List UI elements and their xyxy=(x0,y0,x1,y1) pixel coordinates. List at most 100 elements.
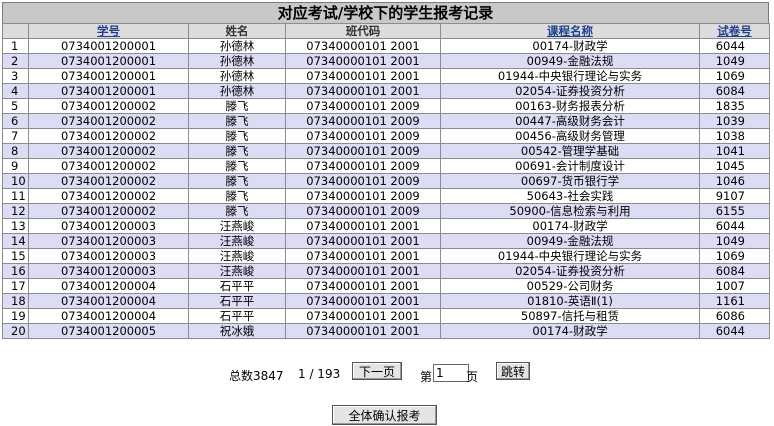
cell-class-code: 07340000101 2001 xyxy=(285,38,441,54)
cell-name: 汪燕峻 xyxy=(188,218,286,234)
cell-index: 11 xyxy=(2,188,29,204)
table-row: 8 0734001200002 滕飞 07340000101 2009 00542-管理… xyxy=(2,143,770,159)
cell-paper: 1007 xyxy=(699,278,770,294)
cell-paper: 6044 xyxy=(699,323,770,339)
cell-course: 00456-高级财务管理 xyxy=(440,128,700,144)
cell-index: 2 xyxy=(2,53,29,69)
page-number-input[interactable] xyxy=(433,364,469,382)
cell-name: 孙德林 xyxy=(188,68,286,84)
cell-course: 50897-信托与租赁 xyxy=(440,308,700,324)
cell-class-code: 07340000101 2009 xyxy=(285,173,441,189)
cell-student-id: 0734001200002 xyxy=(28,203,189,219)
cell-paper: 1049 xyxy=(699,53,770,69)
cell-paper: 1049 xyxy=(699,233,770,249)
cell-index: 9 xyxy=(2,158,29,174)
cell-name: 孙德林 xyxy=(188,83,286,99)
col-header-paper[interactable]: 试卷号 xyxy=(699,23,770,39)
table-row: 4 0734001200001 孙德林 07340000101 2001 02054-证… xyxy=(2,83,770,99)
cell-name: 滕飞 xyxy=(188,113,286,129)
table-header-row: 学号 姓名 班代码 课程名称 试卷号 xyxy=(2,23,770,39)
cell-class-code: 07340000101 2001 xyxy=(285,323,441,339)
cell-course: 00949-金融法规 xyxy=(440,233,700,249)
cell-student-id: 0734001200002 xyxy=(28,158,189,174)
cell-index: 20 xyxy=(2,323,29,339)
table-row: 1 0734001200001 孙德林 07340000101 2001 00174-财… xyxy=(2,38,770,54)
cell-course: 02054-证券投资分析 xyxy=(440,83,700,99)
cell-index: 3 xyxy=(2,68,29,84)
table-row: 12 0734001200002 滕飞 07340000101 2009 50900-信… xyxy=(2,203,770,219)
table-row: 11 0734001200002 滕飞 07340000101 2009 50643-社… xyxy=(2,188,770,204)
cell-name: 石平平 xyxy=(188,293,286,309)
cell-student-id: 0734001200004 xyxy=(28,308,189,324)
cell-course: 00174-财政学 xyxy=(440,323,700,339)
cell-name: 孙德林 xyxy=(188,38,286,54)
cell-class-code: 07340000101 2009 xyxy=(285,143,441,159)
table-row: 3 0734001200001 孙德林 07340000101 2001 01944-中… xyxy=(2,68,770,84)
cell-class-code: 07340000101 2001 xyxy=(285,83,441,99)
cell-class-code: 07340000101 2009 xyxy=(285,188,441,204)
cell-index: 1 xyxy=(2,38,29,54)
table-row: 9 0734001200002 滕飞 07340000101 2009 00691-会计… xyxy=(2,158,770,174)
pagination-bar: 总数3847 1 / 193 下一页 第 页 跳转 xyxy=(0,362,774,384)
total-count: 总数3847 xyxy=(229,369,284,383)
cell-course: 01944-中央银行理论与实务 xyxy=(440,248,700,264)
cell-course: 00697-货币银行学 xyxy=(440,173,700,189)
cell-name: 石平平 xyxy=(188,278,286,294)
table-row: 7 0734001200002 滕飞 07340000101 2009 00456-高级… xyxy=(2,128,770,144)
cell-name: 滕飞 xyxy=(188,188,286,204)
cell-course: 00174-财政学 xyxy=(440,38,700,54)
cell-index: 4 xyxy=(2,83,29,99)
table-row: 2 0734001200001 孙德林 07340000101 2001 00949-金… xyxy=(2,53,770,69)
cell-index: 18 xyxy=(2,293,29,309)
cell-index: 10 xyxy=(2,173,29,189)
col-header-name: 姓名 xyxy=(188,23,286,39)
cell-class-code: 07340000101 2001 xyxy=(285,278,441,294)
col-header-no xyxy=(2,23,29,39)
cell-name: 汪燕峻 xyxy=(188,248,286,264)
cell-student-id: 0734001200002 xyxy=(28,143,189,159)
cell-index: 14 xyxy=(2,233,29,249)
page-title: 对应考试/学校下的学生报考记录 xyxy=(2,2,769,23)
cell-class-code: 07340000101 2009 xyxy=(285,203,441,219)
cell-class-code: 07340000101 2009 xyxy=(285,98,441,114)
cell-paper: 1835 xyxy=(699,98,770,114)
cell-class-code: 07340000101 2009 xyxy=(285,113,441,129)
cell-index: 6 xyxy=(2,113,29,129)
table-row: 5 0734001200002 滕飞 07340000101 2009 00163-财务… xyxy=(2,98,770,114)
cell-paper: 6155 xyxy=(699,203,770,219)
cell-paper: 1038 xyxy=(699,128,770,144)
cell-student-id: 0734001200002 xyxy=(28,128,189,144)
cell-course: 00174-财政学 xyxy=(440,218,700,234)
table-row: 14 0734001200003 汪燕峻 07340000101 2001 00949-… xyxy=(2,233,770,249)
next-page-button[interactable]: 下一页 xyxy=(352,362,402,380)
col-header-course[interactable]: 课程名称 xyxy=(440,23,700,39)
cell-name: 祝冰娥 xyxy=(188,323,286,339)
cell-class-code: 07340000101 2009 xyxy=(285,128,441,144)
cell-name: 滕飞 xyxy=(188,203,286,219)
table-row: 18 0734001200004 石平平 07340000101 2001 01810-… xyxy=(2,293,770,309)
cell-paper: 9107 xyxy=(699,188,770,204)
cell-student-id: 0734001200005 xyxy=(28,323,189,339)
cell-student-id: 0734001200004 xyxy=(28,278,189,294)
page-status: 1 / 193 xyxy=(298,367,341,381)
cell-name: 滕飞 xyxy=(188,128,286,144)
cell-class-code: 07340000101 2001 xyxy=(285,263,441,279)
table-row: 20 0734001200005 祝冰娥 07340000101 2001 00174-… xyxy=(2,323,770,339)
cell-paper: 1046 xyxy=(699,173,770,189)
col-header-student-id[interactable]: 学号 xyxy=(28,23,189,39)
cell-paper: 6086 xyxy=(699,308,770,324)
cell-name: 滕飞 xyxy=(188,143,286,159)
cell-student-id: 0734001200001 xyxy=(28,68,189,84)
table-row: 6 0734001200002 滕飞 07340000101 2009 00447-高级… xyxy=(2,113,770,129)
cell-course: 00529-公司财务 xyxy=(440,278,700,294)
jump-button[interactable]: 跳转 xyxy=(496,362,530,380)
cell-name: 汪燕峻 xyxy=(188,233,286,249)
cell-student-id: 0734001200002 xyxy=(28,188,189,204)
cell-class-code: 07340000101 2001 xyxy=(285,68,441,84)
cell-course: 01944-中央银行理论与实务 xyxy=(440,68,700,84)
cell-index: 7 xyxy=(2,128,29,144)
table-row: 15 0734001200003 汪燕峻 07340000101 2001 01944-… xyxy=(2,248,770,264)
confirm-all-button[interactable]: 全体确认报考 xyxy=(332,405,437,425)
cell-student-id: 0734001200004 xyxy=(28,293,189,309)
cell-index: 15 xyxy=(2,248,29,264)
